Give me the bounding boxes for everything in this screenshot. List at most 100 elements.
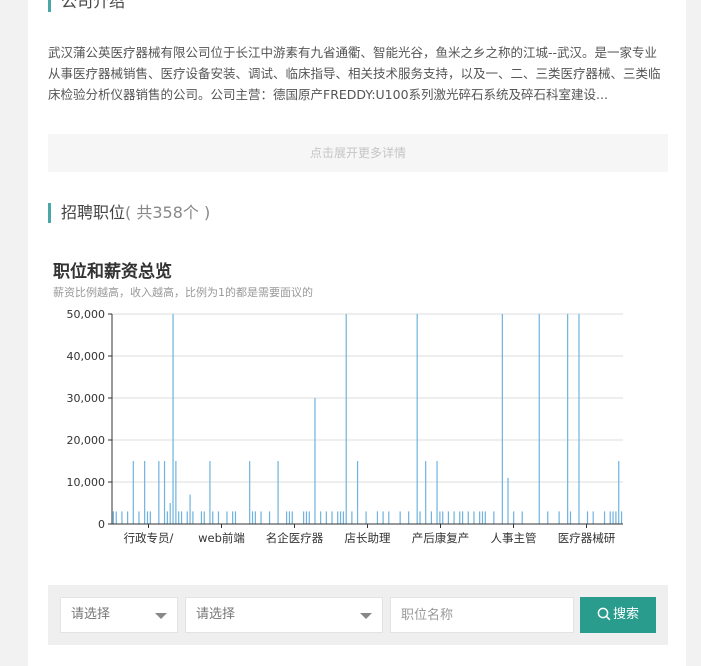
bar — [365, 511, 367, 524]
bar — [121, 511, 123, 524]
company-panel: 公司介绍 武汉蒲公英医疗器械有限公司位于长江中游素有九省通衢、智能光谷，鱼米之乡… — [28, 0, 686, 666]
bar — [493, 511, 495, 524]
bar — [112, 511, 115, 524]
bar — [462, 511, 464, 524]
y-tick-label: 20,000 — [67, 434, 106, 447]
bar — [132, 461, 134, 524]
bar — [146, 511, 149, 524]
x-tick-label: 店长助理 — [345, 531, 391, 545]
bar — [538, 314, 540, 524]
bar — [547, 511, 549, 524]
position-name-input[interactable] — [390, 597, 574, 633]
bar — [569, 511, 572, 524]
bar — [339, 511, 342, 524]
chart-title: 职位和薪资总览 — [53, 262, 172, 282]
chevron-down-icon — [360, 613, 372, 619]
bar — [620, 511, 623, 524]
bar — [189, 494, 191, 524]
jobs-count: ( 共358个 ) — [125, 203, 211, 222]
bar — [416, 314, 418, 524]
bar — [277, 461, 279, 524]
bar — [305, 511, 308, 524]
y-tick-label: 50,000 — [67, 308, 106, 321]
search-button[interactable]: 搜索 — [580, 597, 656, 633]
search-button-label: 搜索 — [612, 607, 639, 622]
bar — [325, 511, 327, 524]
x-tick-label: 行政专员/ — [124, 531, 174, 545]
company-intro-text: 武汉蒲公英医疗器械有限公司位于长江中游素有九省通衢、智能光谷，鱼米之乡之称的江城… — [48, 45, 661, 102]
bar — [513, 511, 515, 524]
bar — [603, 511, 606, 524]
bar — [178, 511, 180, 524]
jobs-heading: 招聘职位( 共358个 ) — [48, 203, 210, 223]
bar — [501, 314, 503, 524]
bar — [453, 511, 455, 524]
bar — [254, 511, 256, 524]
bar — [382, 511, 384, 524]
x-tick-label: 医疗器械研 — [558, 531, 616, 545]
company-intro-heading-label: 公司介绍 — [61, 0, 126, 11]
x-tick-label: web前端 — [198, 531, 245, 545]
bar — [459, 511, 461, 524]
category-select-value: 请选择 — [71, 607, 111, 622]
bar — [314, 398, 316, 524]
bar — [484, 511, 486, 524]
location-select[interactable]: 请选择 — [185, 597, 383, 633]
x-tick-label: 产后康复产 — [412, 531, 470, 545]
bar — [331, 511, 333, 524]
bar — [203, 511, 205, 524]
bar — [303, 511, 305, 524]
bar — [481, 511, 484, 524]
salary-bar-chart: 0 10,000 20,000 30,000 40,000 50,000 行政专员/web前… — [67, 308, 623, 545]
bar — [612, 511, 614, 524]
bar — [158, 461, 160, 524]
category-select[interactable]: 请选择 — [60, 597, 178, 633]
bar — [567, 314, 569, 524]
bar — [186, 511, 188, 524]
bar — [467, 511, 469, 524]
bar — [592, 511, 594, 524]
bar — [251, 511, 254, 524]
bar — [408, 511, 410, 524]
bar — [163, 461, 166, 524]
bar — [388, 511, 390, 524]
bar — [439, 511, 441, 524]
bar — [615, 511, 617, 524]
bar — [180, 511, 183, 524]
bar — [337, 511, 339, 524]
bar — [249, 461, 251, 524]
bar — [479, 511, 481, 524]
job-search-bar: 请选择 请选择 搜索 — [48, 585, 668, 645]
bar — [169, 503, 171, 524]
bar — [419, 511, 421, 524]
bar — [507, 477, 509, 524]
bar — [609, 511, 611, 524]
bar — [342, 511, 344, 524]
expand-details-button[interactable]: 点击展开更多详情 — [48, 134, 668, 172]
bar — [175, 461, 177, 524]
bar — [618, 461, 620, 524]
y-tick-label: 10,000 — [67, 476, 106, 489]
bar — [217, 511, 220, 524]
bar — [586, 511, 589, 524]
bar — [226, 511, 228, 524]
bar — [558, 511, 560, 524]
bar — [345, 314, 347, 524]
bar — [291, 511, 293, 524]
y-tick-label: 30,000 — [67, 392, 106, 405]
company-intro-heading: 公司介绍 — [48, 0, 125, 12]
location-select-value: 请选择 — [196, 607, 236, 622]
bar — [447, 511, 450, 524]
search-icon — [597, 607, 611, 621]
bar — [260, 511, 262, 524]
bar — [436, 461, 438, 524]
bar — [308, 511, 310, 524]
bar — [209, 461, 211, 524]
bar — [115, 511, 117, 524]
bar — [425, 461, 427, 524]
bar — [212, 511, 214, 524]
y-tick-label: 0 — [98, 518, 105, 531]
bar — [200, 511, 203, 524]
bar — [430, 511, 432, 524]
bar — [442, 511, 444, 524]
